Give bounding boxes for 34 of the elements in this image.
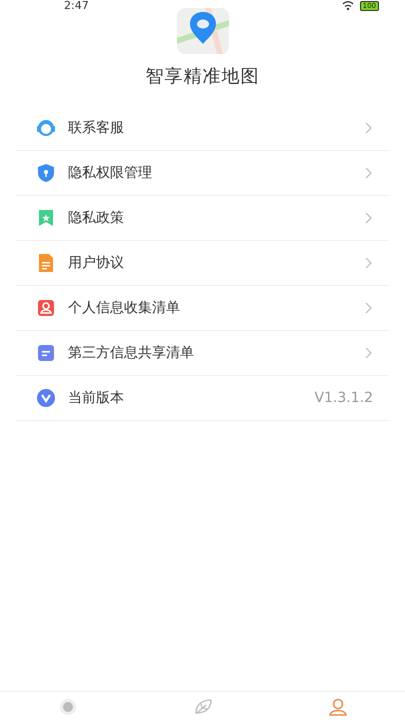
menu-label: 隐私政策 [68,209,125,227]
menu-label: 隐私权限管理 [68,164,153,182]
chevron-right-icon [365,167,373,179]
app-logo [176,8,228,54]
document-icon [36,253,56,273]
chevron-right-icon [365,347,373,359]
bookmark-icon [36,208,56,228]
chevron-right-icon [365,122,373,134]
menu-item[interactable]: 隐私权限管理 [16,151,389,196]
menu-label: 联系客服 [68,119,125,137]
shield-icon [36,163,56,183]
chevron-right-icon [365,257,373,269]
headset-icon [36,118,56,138]
menu-item[interactable]: 个人信息收集清单 [16,286,389,331]
menu-item[interactable]: 第三方信息共享清单 [16,331,389,376]
version-number: V1.3.1.2 [314,390,373,406]
person-icon [36,298,56,318]
app-title: 智享精准地图 [146,65,260,88]
leaf-icon[interactable] [192,698,212,716]
user-icon[interactable] [328,698,348,716]
menu-item[interactable]: 隐私政策 [16,196,389,241]
status-time: 2:47 [64,0,89,12]
note-icon [36,343,56,363]
menu-item[interactable]: 当前版本 V1.3.1.2 [16,376,389,421]
chevron-right-icon [365,212,373,224]
record-icon[interactable] [58,698,78,716]
menu-label: 第三方信息共享清单 [68,344,195,362]
menu-label: 当前版本 [68,389,125,407]
menu-item[interactable]: 联系客服 [16,106,389,151]
menu-label: 用户协议 [68,254,125,272]
menu-item[interactable]: 用户协议 [16,241,389,286]
chevron-right-icon [365,302,373,314]
menu-label: 个人信息收集清单 [68,299,181,317]
wifi-icon [342,1,354,11]
